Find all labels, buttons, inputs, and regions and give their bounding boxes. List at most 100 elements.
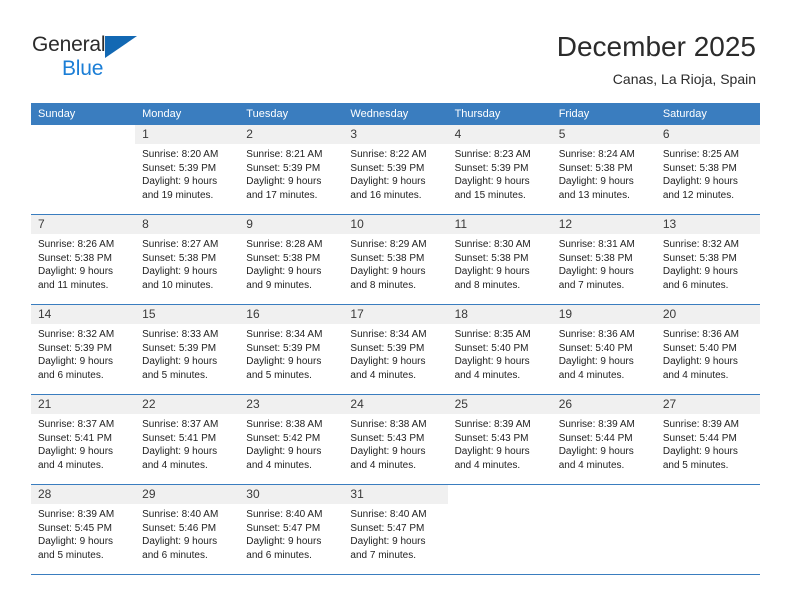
day-details: Sunrise: 8:39 AM Sunset: 5:44 PM Daylight:… — [656, 414, 760, 472]
day-number-bar — [655, 485, 760, 504]
day-details: Sunrise: 8:21 AM Sunset: 5:39 PM Daylight:… — [239, 144, 343, 202]
day-details: Sunrise: 8:32 AM Sunset: 5:38 PM Daylight:… — [656, 234, 760, 292]
day-number-bar: 30 — [239, 485, 344, 504]
day-cell-28[interactable]: 28 Sunrise: 8:39 AM Sunset: 5:45 PM Dayligh… — [31, 485, 136, 574]
day-detail-line: and 7 minutes. — [558, 279, 625, 291]
day-detail-line: Sunrise: 8:37 AM — [142, 419, 219, 430]
day-detail-line: Daylight: 9 hours — [246, 266, 322, 277]
brand-logo[interactable]: General Blue — [32, 33, 252, 83]
day-details: Sunrise: 8:33 AM Sunset: 5:39 PM Daylight:… — [135, 324, 239, 382]
day-detail-line: Sunset: 5:39 PM — [454, 162, 529, 174]
day-number-bar: 12 — [551, 215, 656, 234]
day-number: 7 — [38, 217, 45, 231]
day-cell-7[interactable]: 7 Sunrise: 8:26 AM Sunset: 5:38 PM Daylight… — [31, 215, 136, 304]
day-number-bar: 22 — [135, 395, 240, 414]
day-cell-22[interactable]: 22 Sunrise: 8:37 AM Sunset: 5:41 PM Dayligh… — [135, 395, 240, 484]
brand-name-secondary: Blue — [62, 57, 104, 80]
brand-name-primary: General — [32, 33, 106, 56]
day-number-bar: 8 — [135, 215, 240, 234]
day-cell-13[interactable]: 13 Sunrise: 8:32 AM Sunset: 5:38 PM Dayligh… — [655, 215, 760, 304]
day-details: Sunrise: 8:24 AM Sunset: 5:38 PM Daylight:… — [552, 144, 656, 202]
day-cell-empty — [655, 485, 760, 574]
day-cell-empty — [447, 485, 552, 574]
day-detail-line: Sunset: 5:38 PM — [558, 252, 633, 264]
day-detail-line: Sunrise: 8:34 AM — [350, 329, 427, 340]
day-cell-31[interactable]: 31 Sunrise: 8:40 AM Sunset: 5:47 PM Dayligh… — [343, 485, 448, 574]
day-detail-line: Daylight: 9 hours — [38, 266, 114, 277]
day-detail-line: Sunrise: 8:37 AM — [38, 419, 115, 430]
day-number: 23 — [246, 397, 260, 411]
day-details — [448, 504, 552, 508]
day-number: 25 — [454, 397, 468, 411]
page-header: General Blue December 2025 Canas, La Rio… — [0, 0, 792, 100]
day-details: Sunrise: 8:40 AM Sunset: 5:47 PM Daylight:… — [343, 504, 447, 562]
day-cell-20[interactable]: 20 Sunrise: 8:36 AM Sunset: 5:40 PM Dayligh… — [655, 305, 760, 394]
day-detail-line: Sunset: 5:39 PM — [38, 342, 112, 354]
day-cell-6[interactable]: 6 Sunrise: 8:25 AM Sunset: 5:38 PM Daylight… — [655, 125, 760, 214]
day-cell-15[interactable]: 15 Sunrise: 8:33 AM Sunset: 5:39 PM Dayligh… — [135, 305, 240, 394]
day-details: Sunrise: 8:28 AM Sunset: 5:38 PM Daylight:… — [239, 234, 343, 292]
day-details: Sunrise: 8:40 AM Sunset: 5:46 PM Daylight:… — [135, 504, 239, 562]
day-detail-line: Sunset: 5:40 PM — [662, 342, 737, 354]
day-detail-line: and 5 minutes. — [246, 369, 312, 381]
day-detail-line: and 4 minutes. — [558, 459, 625, 471]
day-cell-19[interactable]: 19 Sunrise: 8:36 AM Sunset: 5:40 PM Dayligh… — [551, 305, 656, 394]
day-detail-line: and 11 minutes. — [38, 279, 109, 291]
day-detail-line: Sunrise: 8:29 AM — [350, 239, 427, 250]
day-detail-line: Daylight: 9 hours — [142, 266, 218, 277]
day-number: 15 — [142, 307, 156, 321]
day-cell-3[interactable]: 3 Sunrise: 8:22 AM Sunset: 5:39 PM Daylight… — [343, 125, 448, 214]
day-cell-4[interactable]: 4 Sunrise: 8:23 AM Sunset: 5:39 PM Daylight… — [447, 125, 552, 214]
day-number: 13 — [662, 217, 677, 231]
day-cell-26[interactable]: 26 Sunrise: 8:39 AM Sunset: 5:44 PM Dayligh… — [551, 395, 656, 484]
day-detail-line: Sunrise: 8:38 AM — [246, 419, 323, 430]
day-detail-line: Sunset: 5:47 PM — [350, 522, 425, 534]
day-details: Sunrise: 8:34 AM Sunset: 5:39 PM Daylight:… — [343, 324, 447, 382]
day-number: 19 — [558, 307, 573, 321]
day-number: 21 — [38, 397, 52, 411]
day-cell-11[interactable]: 11 Sunrise: 8:30 AM Sunset: 5:38 PM Dayligh… — [447, 215, 552, 304]
day-cell-29[interactable]: 29 Sunrise: 8:40 AM Sunset: 5:46 PM Dayligh… — [135, 485, 240, 574]
day-number: 5 — [558, 127, 566, 141]
weekday-header-monday: Monday — [142, 108, 182, 120]
day-cell-18[interactable]: 18 Sunrise: 8:35 AM Sunset: 5:40 PM Dayligh… — [447, 305, 552, 394]
day-cell-14[interactable]: 14 Sunrise: 8:32 AM Sunset: 5:39 PM Dayligh… — [31, 305, 136, 394]
day-detail-line: and 4 minutes. — [246, 459, 312, 471]
day-cell-17[interactable]: 17 Sunrise: 8:34 AM Sunset: 5:39 PM Dayligh… — [343, 305, 448, 394]
day-cell-10[interactable]: 10 Sunrise: 8:29 AM Sunset: 5:38 PM Dayligh… — [343, 215, 448, 304]
day-detail-line: Sunset: 5:38 PM — [38, 252, 112, 264]
day-detail-line: Daylight: 9 hours — [246, 176, 322, 187]
day-cell-5[interactable]: 5 Sunrise: 8:24 AM Sunset: 5:38 PM Daylight… — [551, 125, 656, 214]
day-cell-2[interactable]: 2 Sunrise: 8:21 AM Sunset: 5:39 PM Daylight… — [239, 125, 344, 214]
day-cell-23[interactable]: 23 Sunrise: 8:38 AM Sunset: 5:42 PM Dayligh… — [239, 395, 344, 484]
day-detail-line: Sunrise: 8:36 AM — [662, 329, 739, 340]
day-details — [656, 504, 760, 508]
day-detail-line: Sunset: 5:39 PM — [246, 342, 321, 354]
day-cell-21[interactable]: 21 Sunrise: 8:37 AM Sunset: 5:41 PM Dayligh… — [31, 395, 136, 484]
day-cell-1[interactable]: 1 Sunrise: 8:20 AM Sunset: 5:39 PM Daylight… — [135, 125, 240, 214]
day-detail-line: Sunset: 5:43 PM — [350, 432, 425, 444]
day-cell-9[interactable]: 9 Sunrise: 8:28 AM Sunset: 5:38 PM Daylight… — [239, 215, 344, 304]
day-cell-empty — [31, 125, 136, 214]
day-number-bar: 29 — [135, 485, 240, 504]
day-cell-27[interactable]: 27 Sunrise: 8:39 AM Sunset: 5:44 PM Dayligh… — [655, 395, 760, 484]
day-cell-8[interactable]: 8 Sunrise: 8:27 AM Sunset: 5:38 PM Daylight… — [135, 215, 240, 304]
day-cell-24[interactable]: 24 Sunrise: 8:38 AM Sunset: 5:43 PM Dayligh… — [343, 395, 448, 484]
day-number: 6 — [662, 127, 670, 141]
day-detail-line: Daylight: 9 hours — [662, 266, 738, 277]
day-cell-12[interactable]: 12 Sunrise: 8:31 AM Sunset: 5:38 PM Dayligh… — [551, 215, 656, 304]
day-detail-line: Sunset: 5:38 PM — [454, 252, 529, 264]
calendar-grid: Sunday Monday Tuesday Wednesday Thursday Frid… — [31, 103, 760, 575]
day-detail-line: Sunrise: 8:39 AM — [38, 509, 115, 520]
day-cell-30[interactable]: 30 Sunrise: 8:40 AM Sunset: 5:47 PM Dayligh… — [239, 485, 344, 574]
day-cell-25[interactable]: 25 Sunrise: 8:39 AM Sunset: 5:43 PM Dayligh… — [447, 395, 552, 484]
day-details: Sunrise: 8:36 AM Sunset: 5:40 PM Daylight:… — [552, 324, 656, 382]
day-number: 4 — [454, 127, 462, 141]
day-detail-line: Daylight: 9 hours — [350, 446, 426, 457]
day-cell-16[interactable]: 16 Sunrise: 8:34 AM Sunset: 5:39 PM Dayligh… — [239, 305, 344, 394]
day-detail-line: Sunrise: 8:40 AM — [246, 509, 323, 520]
day-number-bar: 27 — [655, 395, 760, 414]
day-detail-line: Sunrise: 8:21 AM — [246, 149, 323, 160]
day-detail-line: Sunrise: 8:31 AM — [558, 239, 635, 250]
day-detail-line: Sunrise: 8:22 AM — [350, 149, 427, 160]
